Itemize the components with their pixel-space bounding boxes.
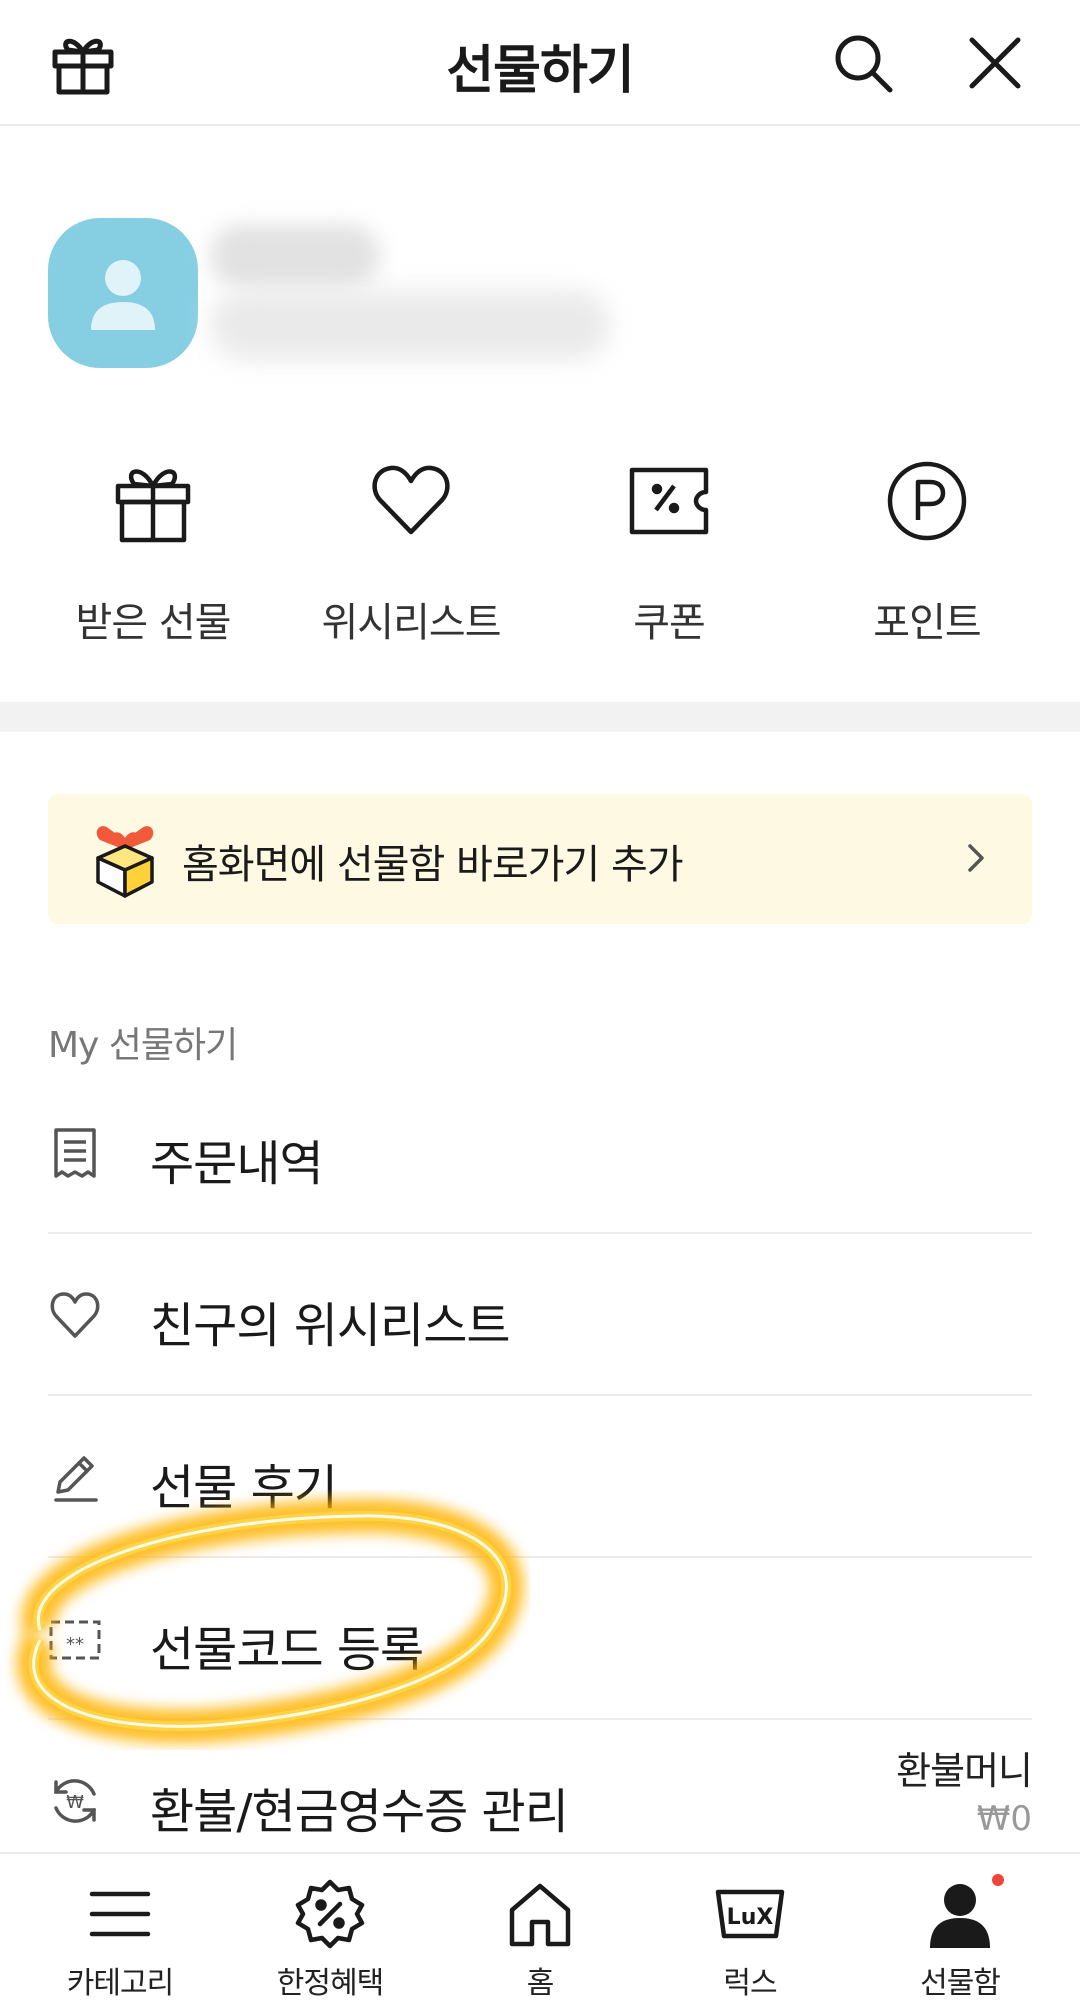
- heart-icon: [48, 1288, 102, 1342]
- menu-label: 환불/현금영수증 관리: [150, 1784, 569, 1840]
- chevron-right-icon: [956, 838, 996, 878]
- page-title: 선물하기: [446, 41, 634, 101]
- nav-lux[interactable]: LuX 럭스: [642, 1878, 858, 2002]
- menu-gift-review[interactable]: 선물 후기: [48, 1396, 1032, 1558]
- heart-icon: [366, 456, 456, 546]
- nav-label: 한정혜택: [276, 1966, 384, 2001]
- point-icon: [882, 456, 972, 546]
- app-header: 선물하기: [0, 0, 1080, 126]
- gift-icon: [108, 456, 198, 546]
- menu-order-history[interactable]: 주문내역: [48, 1072, 1032, 1234]
- refund-money-value: ₩0: [976, 1799, 1032, 1839]
- menu-label: 선물코드 등록: [150, 1622, 424, 1678]
- menu-gift-code-register[interactable]: ** 선물코드 등록: [48, 1558, 1032, 1720]
- menu-label: 주문내역: [150, 1136, 324, 1192]
- svg-text:LuX: LuX: [727, 1905, 774, 1930]
- pencil-icon: [48, 1450, 102, 1504]
- quick-label: 받은 선물: [75, 600, 232, 646]
- nav-label: 럭스: [723, 1966, 777, 2001]
- menu-label: 선물 후기: [150, 1460, 338, 1516]
- receipt-icon: [48, 1126, 102, 1180]
- avatar[interactable]: [48, 218, 198, 368]
- nav-label: 선물함: [920, 1966, 1001, 2001]
- quick-received-gifts[interactable]: 받은 선물: [18, 456, 288, 648]
- svg-text:**: **: [66, 1634, 84, 1655]
- refund-money: 환불머니 ₩0: [896, 1740, 1033, 1839]
- home-icon: [504, 1878, 576, 1950]
- discount-badge-icon: [294, 1878, 366, 1950]
- nav-gift-box[interactable]: 선물함: [852, 1874, 1068, 2002]
- section-divider: [0, 702, 1080, 732]
- quick-menu: 받은 선물 위시리스트 쿠폰 포인트: [0, 456, 1080, 646]
- menu-friend-wishlist[interactable]: 친구의 위시리스트: [48, 1234, 1032, 1396]
- menu-icon: [84, 1878, 156, 1950]
- gift-box-heart-icon: [86, 820, 164, 898]
- won-refresh-icon: ₩: [48, 1774, 102, 1828]
- quick-label: 위시리스트: [321, 600, 502, 646]
- quick-coupon[interactable]: 쿠폰: [534, 456, 804, 648]
- notification-dot: [992, 1874, 1004, 1886]
- quick-point[interactable]: 포인트: [792, 456, 1062, 648]
- nav-home[interactable]: 홈: [432, 1878, 648, 2002]
- blurred-profile-detail: [210, 290, 610, 360]
- bottom-navigation: 카테고리 한정혜택 홈 LuX 럭스 선물함: [0, 1852, 1080, 2015]
- nav-category[interactable]: 카테고리: [12, 1878, 228, 2002]
- quick-wishlist[interactable]: 위시리스트: [276, 456, 546, 648]
- search-icon[interactable]: [830, 30, 896, 96]
- menu-label: 친구의 위시리스트: [150, 1298, 511, 1354]
- quick-label: 쿠폰: [633, 600, 706, 646]
- nav-label: 카테고리: [66, 1966, 174, 2001]
- person-icon: [924, 1874, 1004, 1950]
- nav-label: 홈: [526, 1966, 555, 2001]
- banner-text: 홈화면에 선물함 바로가기 추가: [182, 842, 684, 888]
- nav-limited-benefit[interactable]: 한정혜택: [222, 1878, 438, 2002]
- refund-money-label: 환불머니: [896, 1749, 1033, 1793]
- blurred-username: [210, 224, 380, 288]
- code-card-icon: **: [48, 1612, 102, 1666]
- quick-label: 포인트: [873, 600, 981, 646]
- close-icon[interactable]: [962, 30, 1028, 96]
- section-title: My 선물하기: [48, 1025, 238, 1066]
- lux-icon: LuX: [714, 1878, 786, 1950]
- svg-text:₩: ₩: [66, 1792, 84, 1813]
- home-shortcut-banner[interactable]: 홈화면에 선물함 바로가기 추가: [48, 794, 1032, 924]
- coupon-icon: [624, 456, 714, 546]
